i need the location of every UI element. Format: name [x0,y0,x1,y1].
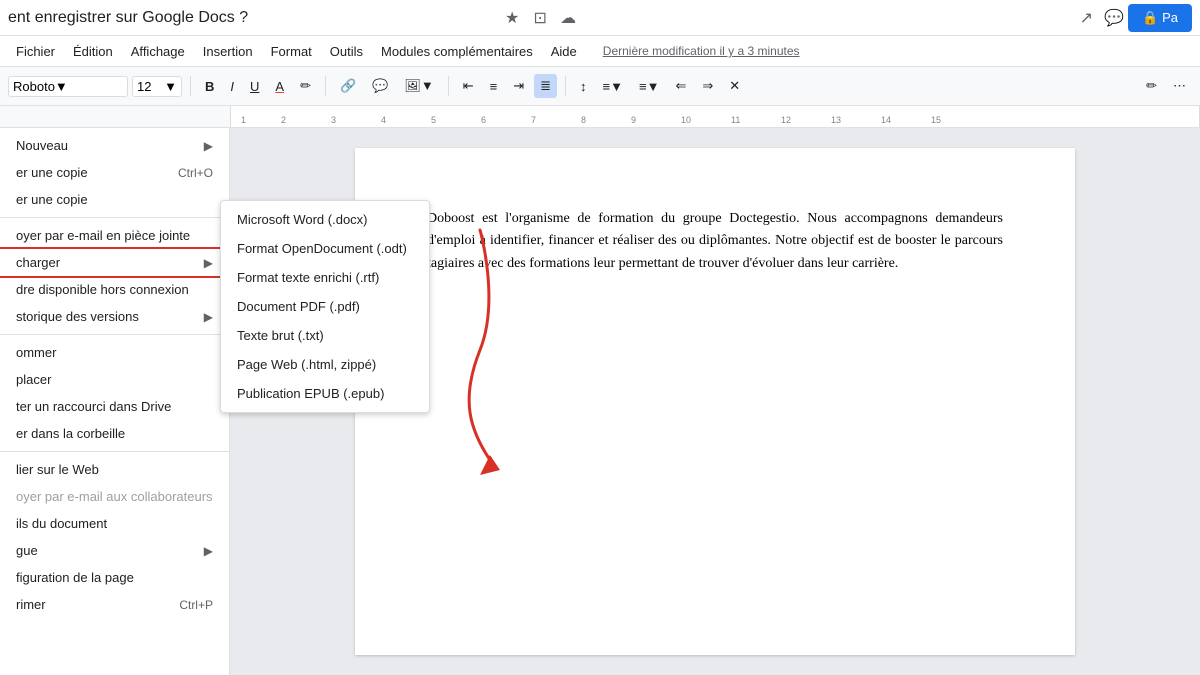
main-layout: Nouveau ▶ er une copie Ctrl+O er une cop… [0,128,1200,675]
align-center-button[interactable]: ≡ [484,75,504,98]
toolbar: Roboto ▼ 12 ▼ B I U A ✏ 🔗 💬 🖼▼ ⇤ ≡ ⇥ ≣ ↕… [0,66,1200,106]
sidebar-item-raccourci[interactable]: ter un raccourci dans Drive [0,393,229,420]
arrow-icon-historique: ▶ [204,310,213,324]
sidebar-item-disponible[interactable]: dre disponible hors connexion [0,276,229,303]
more-button[interactable]: ⋯ [1167,74,1192,98]
share-button[interactable]: 🔒 Pa [1128,4,1192,32]
arrow-icon-langue: ▶ [204,544,213,558]
ruler: 1 2 3 4 5 6 7 8 9 10 11 12 13 14 15 [0,106,1200,128]
font-size-selector[interactable]: 12 ▼ [132,76,182,97]
doc-title[interactable]: ent enregistrer sur Google Docs ? [8,9,498,27]
menu-edition[interactable]: Édition [65,41,121,62]
submenu-item-word[interactable]: Microsoft Word (.docx) [221,205,429,234]
file-menu-sidebar: Nouveau ▶ er une copie Ctrl+O er une cop… [0,128,230,675]
submenu-item-pdf[interactable]: Document PDF (.pdf) [221,292,429,321]
font-dropdown-icon: ▼ [55,79,68,94]
submenu-item-html[interactable]: Page Web (.html, zippé) [221,350,429,379]
indent-decrease-button[interactable]: ⇐ [669,74,692,98]
last-modified[interactable]: Dernière modification il y a 3 minutes [603,44,800,58]
italic-button[interactable]: I [224,75,240,98]
sidebar-item-nouveau[interactable]: Nouveau ▶ [0,132,229,159]
font-selector[interactable]: Roboto ▼ [8,76,128,97]
divider-1 [0,217,229,218]
divider-3 [0,451,229,452]
submenu-item-odt[interactable]: Format OpenDocument (.odt) [221,234,429,263]
list-numbered-button[interactable]: ≡▼ [597,75,629,98]
menu-fichier[interactable]: Fichier [8,41,63,62]
font-color-button[interactable]: A [269,75,290,98]
sidebar-item-copie[interactable]: er une copie [0,186,229,213]
sidebar-item-publier[interactable]: lier sur le Web [0,456,229,483]
sidebar-item-config-page[interactable]: figuration de la page [0,564,229,591]
menu-outils[interactable]: Outils [322,41,371,62]
submenu-item-rtf[interactable]: Format texte enrichi (.rtf) [221,263,429,292]
align-right-button[interactable]: ⇥ [507,74,530,98]
comment-toolbar-button[interactable]: 💬 [366,74,394,98]
sidebar-item-langue[interactable]: gue ▶ [0,537,229,564]
separator-1 [190,76,191,96]
sidebar-item-historique[interactable]: storique des versions ▶ [0,303,229,330]
underline-button[interactable]: U [244,75,265,98]
menu-affichage[interactable]: Affichage [123,41,193,62]
sidebar-item-details[interactable]: ils du document [0,510,229,537]
separator-2 [325,76,326,96]
divider-2 [0,334,229,335]
submenu-item-txt[interactable]: Texte brut (.txt) [221,321,429,350]
list-bullet-button[interactable]: ≡▼ [633,75,665,98]
separator-4 [565,76,566,96]
menu-bar: Fichier Édition Affichage Insertion Form… [0,36,1200,66]
sidebar-item-ouvrir[interactable]: er une copie Ctrl+O [0,159,229,186]
highlight-button[interactable]: ✏ [294,74,317,98]
link-button[interactable]: 🔗 [334,74,362,98]
cloud-save-icon[interactable]: ☁ [554,4,582,32]
fontsize-dropdown-icon: ▼ [164,79,177,94]
sidebar-item-imprimer[interactable]: rimer Ctrl+P [0,591,229,618]
align-justify-button[interactable]: ≣ [534,74,557,98]
arrow-icon-telecharger: ▶ [204,256,213,270]
download-submenu: Microsoft Word (.docx) Format OpenDocume… [220,200,430,413]
menu-insertion[interactable]: Insertion [195,41,261,62]
align-left-button[interactable]: ⇤ [457,74,480,98]
move-to-folder-icon[interactable]: ⊡ [526,4,554,32]
image-button[interactable]: 🖼▼ [398,74,439,98]
sidebar-item-envoyer-email[interactable]: oyer par e-mail en pièce jointe [0,222,229,249]
submenu-item-epub[interactable]: Publication EPUB (.epub) [221,379,429,408]
sidebar-item-corbeille[interactable]: er dans la corbeille [0,420,229,447]
edit-button[interactable]: ✏ [1140,74,1163,98]
line-spacing-button[interactable]: ↕ [574,75,593,98]
star-icon[interactable]: ★ [498,4,526,32]
menu-aide[interactable]: Aide [543,41,585,62]
sidebar-item-envoyer-collab: oyer par e-mail aux collaborateurs [0,483,229,510]
sidebar-item-deplacer[interactable]: placer [0,366,229,393]
shortcut-open: Ctrl+O [178,166,213,180]
comment-icon[interactable]: 💬 [1100,4,1128,32]
top-bar: ent enregistrer sur Google Docs ? ★ ⊡ ☁ … [0,0,1200,36]
menu-format[interactable]: Format [263,41,320,62]
separator-3 [448,76,449,96]
arrow-icon: ▶ [204,139,213,153]
document-page[interactable]: Doboost est l'organisme de formation du … [355,148,1075,655]
menu-modules[interactable]: Modules complémentaires [373,41,541,62]
sidebar-item-telecharger[interactable]: charger ▶ [0,249,229,276]
shortcut-print: Ctrl+P [179,598,213,612]
bold-button[interactable]: B [199,75,220,98]
document-text[interactable]: Doboost est l'organisme de formation du … [427,208,1003,275]
sidebar-item-renommer[interactable]: ommer [0,339,229,366]
trend-icon[interactable]: ↗ [1072,4,1100,32]
indent-increase-button[interactable]: ⇒ [696,74,719,98]
clear-formatting-button[interactable]: ✕ [723,74,746,98]
